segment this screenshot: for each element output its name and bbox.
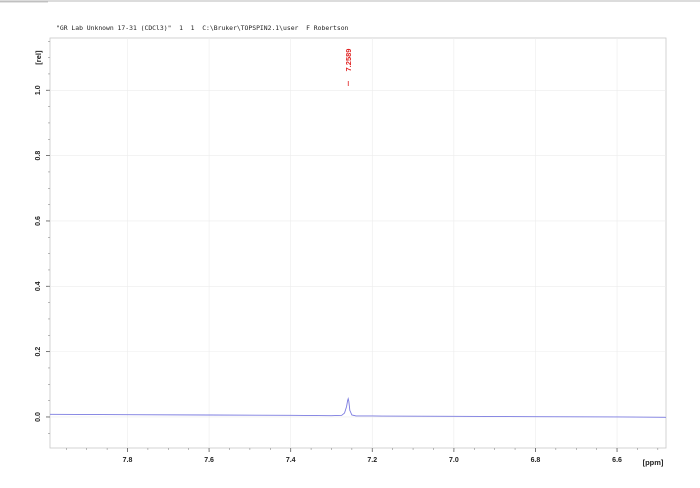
y-tick-label: 0.4 — [35, 281, 42, 291]
y-tick-label: 1.0 — [35, 85, 42, 95]
x-tick-label: 7.4 — [286, 457, 296, 464]
y-tick-label: 0.6 — [35, 216, 42, 226]
y-tick-label: 0.8 — [35, 151, 42, 161]
y-tick-label: 0.2 — [35, 347, 42, 357]
x-tick-label: 7.6 — [204, 457, 214, 464]
x-tick-label: 6.8 — [531, 457, 541, 464]
x-tick-label: 7.8 — [123, 457, 133, 464]
peak-label: 7.2589 — [344, 49, 353, 72]
y-axis-label: [rel] — [34, 50, 43, 65]
x-axis-label: [ppm] — [643, 458, 664, 467]
y-tick-label: 0.0 — [35, 412, 42, 422]
x-tick-label: 6.6 — [612, 457, 622, 464]
spectrum-line — [49, 396, 667, 418]
nmr-spectrum-chart: 7.8 7.6 7.4 7.2 7.0 6.8 6.6 0.0 0.2 0.4 0.6 0.8 1.0 [… — [34, 37, 667, 467]
x-tick-label: 7.0 — [449, 457, 459, 464]
plot-frame — [49, 37, 667, 449]
x-tick-label: 7.2 — [367, 457, 377, 464]
